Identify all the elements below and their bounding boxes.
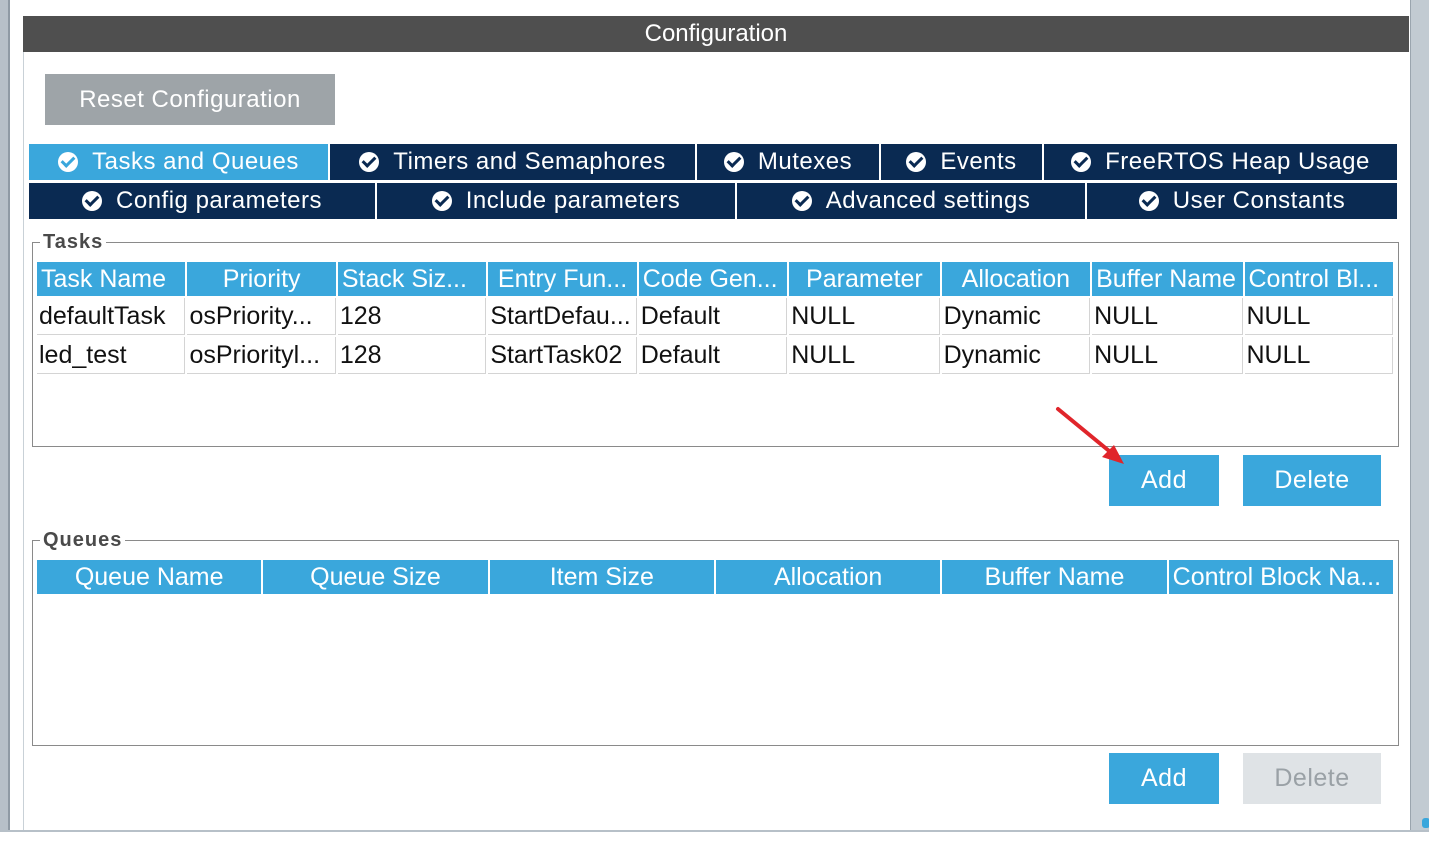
- tab-label: User Constants: [1172, 187, 1346, 214]
- table-cell[interactable]: NULL: [1244, 337, 1393, 374]
- column-header[interactable]: Parameter: [789, 262, 940, 296]
- column-header[interactable]: Control Block Na...: [1168, 560, 1393, 594]
- table-cell[interactable]: Dynamic: [941, 337, 1091, 374]
- check-circle-icon: [1071, 152, 1092, 172]
- scroll-indicator[interactable]: [1422, 818, 1429, 828]
- table-cell[interactable]: StartTask02: [488, 337, 637, 374]
- table-cell[interactable]: Default: [638, 337, 788, 374]
- column-header[interactable]: Buffer Name: [1092, 262, 1243, 296]
- check-circle-icon: [82, 191, 103, 211]
- tab-include-parameters[interactable]: Include parameters: [377, 183, 737, 219]
- table-cell[interactable]: osPriorityl...: [187, 337, 336, 374]
- left-window-edge: [0, 0, 8, 832]
- column-header[interactable]: Stack Siz...: [337, 262, 487, 296]
- table-row[interactable]: defaultTask osPriority... 128 StartDefau…: [37, 298, 1393, 335]
- tab-advanced-settings[interactable]: Advanced settings: [737, 183, 1087, 219]
- tabs-row-secondary: Config parameters Include parameters Adv…: [29, 183, 1397, 219]
- tab-freertos-heap-usage[interactable]: FreeRTOS Heap Usage: [1044, 144, 1397, 180]
- table-cell[interactable]: Dynamic: [941, 298, 1091, 335]
- tab-events[interactable]: Events: [881, 144, 1044, 180]
- check-circle-icon: [431, 191, 452, 211]
- column-header[interactable]: Queue Size: [263, 560, 488, 594]
- annotation-arrow-icon: [1056, 407, 1124, 464]
- tasks-group-label: Tasks: [40, 231, 107, 254]
- table-cell[interactable]: NULL: [789, 337, 940, 374]
- tab-label: Include parameters: [465, 187, 681, 214]
- tasks-delete-button[interactable]: Delete: [1243, 455, 1381, 506]
- column-header[interactable]: Priority: [187, 262, 336, 296]
- left-window-border: [8, 0, 10, 832]
- check-circle-icon: [791, 191, 812, 211]
- queues-group-label: Queues: [40, 529, 126, 552]
- table-cell[interactable]: led_test: [37, 337, 186, 374]
- table-cell[interactable]: NULL: [789, 298, 940, 335]
- column-header[interactable]: Queue Name: [37, 560, 262, 594]
- tab-label: Mutexes: [757, 148, 853, 175]
- column-header[interactable]: Allocation: [715, 560, 941, 594]
- table-cell[interactable]: StartDefau...: [488, 298, 637, 335]
- queues-header-row: Queue Name Queue Size Item Size Allocati…: [37, 560, 1393, 594]
- reset-configuration-button[interactable]: Reset Configuration: [45, 74, 335, 125]
- tab-label: Tasks and Queues: [92, 148, 299, 175]
- tab-label: Timers and Semaphores: [393, 148, 666, 175]
- check-circle-icon: [906, 152, 927, 172]
- check-circle-icon: [1138, 191, 1159, 211]
- column-header[interactable]: Allocation: [941, 262, 1091, 296]
- check-circle-icon: [723, 152, 744, 172]
- tab-label: Events: [940, 148, 1017, 175]
- check-circle-icon: [58, 152, 79, 172]
- tabs-row-primary: Tasks and Queues Timers and Semaphores M…: [29, 144, 1397, 180]
- column-header[interactable]: Buffer Name: [942, 560, 1167, 594]
- right-scrollbar-track[interactable]: [1410, 0, 1429, 832]
- tasks-table: Task Name Priority Stack Siz... Entry Fu…: [35, 260, 1395, 376]
- panel-top-strip: [23, 0, 1409, 16]
- column-header[interactable]: Code Gen...: [638, 262, 788, 296]
- table-cell[interactable]: Default: [638, 298, 788, 335]
- check-circle-icon: [359, 152, 380, 172]
- table-cell[interactable]: NULL: [1244, 298, 1393, 335]
- tab-tasks-and-queues[interactable]: Tasks and Queues: [29, 144, 330, 180]
- bottom-window-edge: [0, 832, 1429, 849]
- table-cell[interactable]: 128: [337, 298, 487, 335]
- column-header[interactable]: Item Size: [489, 560, 714, 594]
- table-cell[interactable]: 128: [337, 337, 487, 374]
- configuration-title: Configuration: [23, 16, 1409, 52]
- tab-mutexes[interactable]: Mutexes: [697, 144, 881, 180]
- tab-label: Advanced settings: [825, 187, 1031, 214]
- tasks-header-row: Task Name Priority Stack Siz... Entry Fu…: [37, 262, 1393, 296]
- tab-user-constants[interactable]: User Constants: [1087, 183, 1397, 219]
- table-cell[interactable]: NULL: [1092, 337, 1243, 374]
- table-cell[interactable]: defaultTask: [37, 298, 186, 335]
- table-cell[interactable]: osPriority...: [187, 298, 336, 335]
- queues-delete-button: Delete: [1243, 753, 1381, 804]
- table-row[interactable]: led_test osPriorityl... 128 StartTask02 …: [37, 337, 1393, 374]
- tab-timers-and-semaphores[interactable]: Timers and Semaphores: [330, 144, 697, 180]
- table-cell[interactable]: NULL: [1092, 298, 1243, 335]
- queues-table: Queue Name Queue Size Item Size Allocati…: [35, 558, 1395, 596]
- column-header[interactable]: Control Bl...: [1244, 262, 1393, 296]
- column-header[interactable]: Task Name: [37, 262, 186, 296]
- queues-add-button[interactable]: Add: [1109, 753, 1219, 804]
- tab-config-parameters[interactable]: Config parameters: [29, 183, 377, 219]
- column-header[interactable]: Entry Fun...: [488, 262, 637, 296]
- tab-label: FreeRTOS Heap Usage: [1105, 148, 1370, 175]
- tab-label: Config parameters: [116, 187, 322, 214]
